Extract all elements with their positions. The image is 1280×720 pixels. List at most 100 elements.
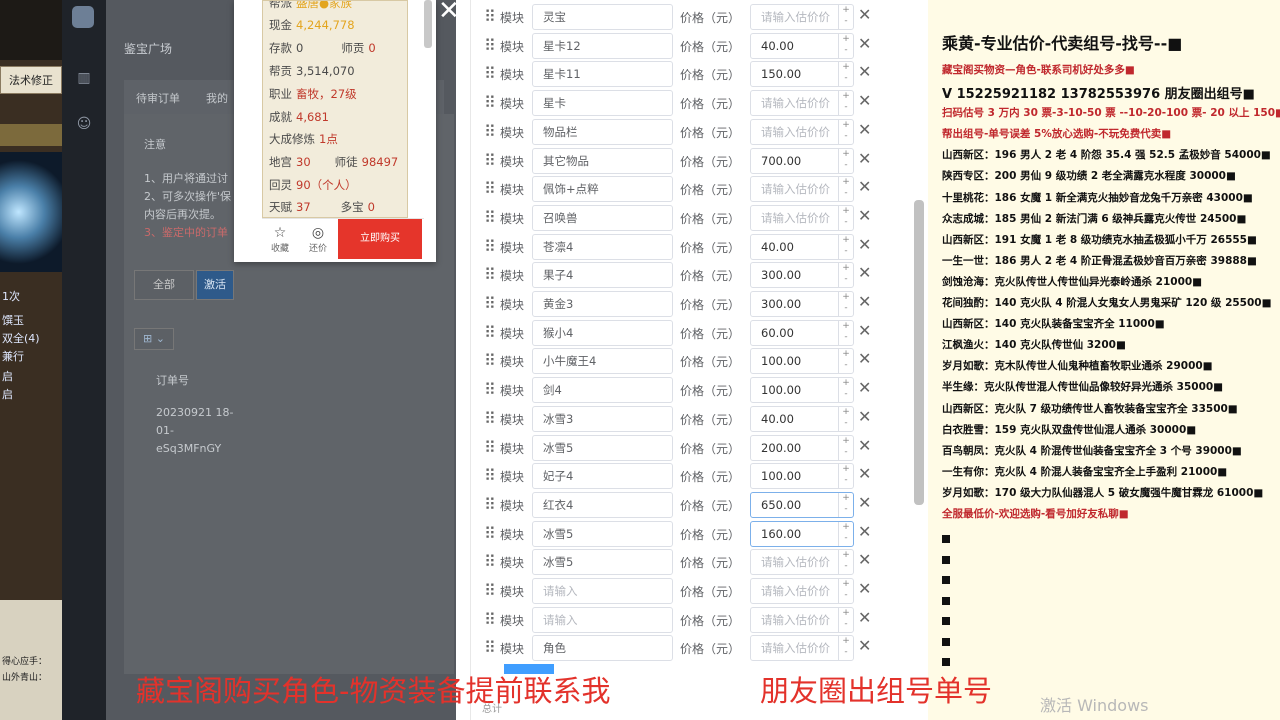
delete-row-icon[interactable]: ✕ bbox=[858, 177, 871, 196]
drag-handle-icon[interactable]: ⠿ bbox=[484, 267, 496, 283]
drag-handle-icon[interactable]: ⠿ bbox=[484, 95, 496, 111]
bargain-button[interactable]: ◎ 还价 bbox=[300, 225, 336, 254]
drag-handle-icon[interactable]: ⠿ bbox=[484, 468, 496, 484]
module-name-input[interactable]: 冰雪5 bbox=[532, 549, 673, 576]
drag-handle-icon[interactable]: ⠿ bbox=[484, 583, 496, 599]
popup-scrollbar[interactable] bbox=[424, 0, 432, 48]
price-stepper[interactable]: + - bbox=[838, 378, 853, 403]
module-name-input[interactable]: 其它物品 bbox=[532, 147, 673, 174]
grid-view-button[interactable]: ⊞ ⌄ bbox=[134, 328, 174, 350]
delete-row-icon[interactable]: ✕ bbox=[858, 120, 871, 139]
delete-row-icon[interactable]: ✕ bbox=[858, 378, 871, 397]
delete-row-icon[interactable]: ✕ bbox=[858, 206, 871, 225]
price-stepper[interactable]: + - bbox=[838, 406, 853, 431]
user-icon[interactable]: ☺ bbox=[74, 116, 94, 136]
drag-handle-icon[interactable]: ⠿ bbox=[484, 37, 496, 53]
module-name-input[interactable]: 苍凛4 bbox=[532, 233, 673, 260]
drag-handle-icon[interactable]: ⠿ bbox=[484, 123, 496, 139]
buy-now-button[interactable]: 立即购买 bbox=[338, 219, 422, 259]
delete-row-icon[interactable]: ✕ bbox=[858, 34, 871, 53]
module-name-input[interactable]: 黄金3 bbox=[532, 291, 673, 317]
drag-handle-icon[interactable]: ⠿ bbox=[484, 296, 496, 312]
drag-handle-icon[interactable]: ⠿ bbox=[484, 324, 496, 340]
price-stepper[interactable]: + - bbox=[838, 5, 853, 29]
drag-handle-icon[interactable]: ⠿ bbox=[484, 611, 496, 627]
price-stepper[interactable]: + - bbox=[838, 607, 853, 632]
module-name-input[interactable]: 召唤兽 bbox=[532, 204, 673, 231]
price-stepper[interactable]: + - bbox=[838, 435, 853, 460]
module-name-input[interactable]: 星卡11 bbox=[532, 61, 673, 88]
module-name-input[interactable]: 小牛魔王4 bbox=[532, 348, 673, 375]
favorite-button[interactable]: ☆ 收藏 bbox=[262, 225, 298, 254]
drag-handle-icon[interactable]: ⠿ bbox=[484, 238, 496, 254]
module-name-input[interactable]: 果子4 bbox=[532, 262, 673, 289]
drag-handle-icon[interactable]: ⠿ bbox=[484, 66, 496, 82]
delete-row-icon[interactable]: ✕ bbox=[858, 464, 871, 483]
price-stepper[interactable]: + - bbox=[838, 263, 853, 288]
price-stepper[interactable]: + - bbox=[838, 119, 853, 144]
module-name-input[interactable]: 冰雪5 bbox=[532, 520, 673, 547]
tab-pending-orders[interactable]: 待审订单 bbox=[136, 90, 180, 106]
filter-all-button[interactable]: 全部 bbox=[134, 270, 194, 300]
filter-active-button[interactable]: 激活 bbox=[196, 270, 234, 300]
price-stepper[interactable]: + - bbox=[838, 320, 853, 345]
module-name-input[interactable]: 物品栏 bbox=[532, 118, 673, 145]
delete-row-icon[interactable]: ✕ bbox=[858, 522, 871, 541]
price-stepper[interactable]: + - bbox=[838, 177, 853, 202]
delete-row-icon[interactable]: ✕ bbox=[858, 235, 871, 254]
drag-handle-icon[interactable]: ⠿ bbox=[484, 410, 496, 426]
module-name-input[interactable]: 红衣4 bbox=[532, 491, 673, 518]
drag-handle-icon[interactable]: ⠿ bbox=[484, 9, 496, 25]
game-tab-spell[interactable]: 法术修正 bbox=[0, 66, 62, 94]
chart-icon[interactable]: ▥ bbox=[74, 70, 94, 90]
drag-handle-icon[interactable]: ⠿ bbox=[484, 640, 496, 656]
price-stepper[interactable]: + - bbox=[838, 62, 853, 87]
price-stepper[interactable]: + - bbox=[838, 292, 853, 316]
drag-handle-icon[interactable]: ⠿ bbox=[484, 382, 496, 398]
module-name-input[interactable]: 冰雪5 bbox=[532, 434, 673, 461]
module-name-input[interactable]: 星卡12 bbox=[532, 32, 673, 59]
delete-row-icon[interactable]: ✕ bbox=[858, 550, 871, 569]
drag-handle-icon[interactable]: ⠿ bbox=[484, 439, 496, 455]
module-name-input[interactable]: 灵宝 bbox=[532, 4, 673, 30]
drag-handle-icon[interactable]: ⠿ bbox=[484, 525, 496, 541]
price-stepper[interactable]: + - bbox=[838, 550, 853, 575]
price-stepper[interactable]: + - bbox=[838, 579, 853, 603]
delete-row-icon[interactable]: ✕ bbox=[858, 493, 871, 512]
drag-handle-icon[interactable]: ⠿ bbox=[484, 496, 496, 512]
module-name-input[interactable]: 妃子4 bbox=[532, 463, 673, 490]
delete-row-icon[interactable]: ✕ bbox=[858, 636, 871, 655]
module-name-input[interactable]: 冰雪3 bbox=[532, 405, 673, 432]
price-stepper[interactable]: + - bbox=[838, 521, 853, 546]
drag-handle-icon[interactable]: ⠿ bbox=[484, 209, 496, 225]
module-name-input[interactable]: 请输入 bbox=[532, 578, 673, 604]
module-name-input[interactable]: 星卡 bbox=[532, 90, 673, 117]
price-stepper[interactable]: + - bbox=[838, 492, 853, 517]
module-name-input[interactable]: 角色 bbox=[532, 635, 673, 662]
price-stepper[interactable]: + - bbox=[838, 33, 853, 58]
price-stepper[interactable]: + - bbox=[838, 349, 853, 374]
delete-row-icon[interactable]: ✕ bbox=[858, 149, 871, 168]
delete-row-icon[interactable]: ✕ bbox=[858, 349, 871, 368]
price-stepper[interactable]: + - bbox=[838, 91, 853, 116]
delete-row-icon[interactable]: ✕ bbox=[858, 62, 871, 81]
drag-handle-icon[interactable]: ⠿ bbox=[484, 554, 496, 570]
module-name-input[interactable]: 猴小4 bbox=[532, 319, 673, 346]
delete-row-icon[interactable]: ✕ bbox=[858, 5, 871, 24]
delete-row-icon[interactable]: ✕ bbox=[858, 263, 871, 282]
delete-row-icon[interactable]: ✕ bbox=[858, 407, 871, 426]
module-name-input[interactable]: 请输入 bbox=[532, 606, 673, 633]
delete-row-icon[interactable]: ✕ bbox=[858, 91, 871, 110]
form-scrollbar[interactable] bbox=[914, 200, 924, 505]
delete-row-icon[interactable]: ✕ bbox=[858, 579, 871, 598]
drag-handle-icon[interactable]: ⠿ bbox=[484, 353, 496, 369]
price-stepper[interactable]: + - bbox=[838, 148, 853, 173]
delete-row-icon[interactable]: ✕ bbox=[858, 608, 871, 627]
module-name-input[interactable]: 佩饰+点粹 bbox=[532, 176, 673, 203]
price-stepper[interactable]: + - bbox=[838, 234, 853, 259]
delete-row-icon[interactable]: ✕ bbox=[858, 321, 871, 340]
tab-mine[interactable]: 我的 bbox=[206, 90, 228, 106]
module-name-input[interactable]: 剑4 bbox=[532, 377, 673, 404]
price-stepper[interactable]: + - bbox=[838, 464, 853, 489]
drag-handle-icon[interactable]: ⠿ bbox=[484, 181, 496, 197]
